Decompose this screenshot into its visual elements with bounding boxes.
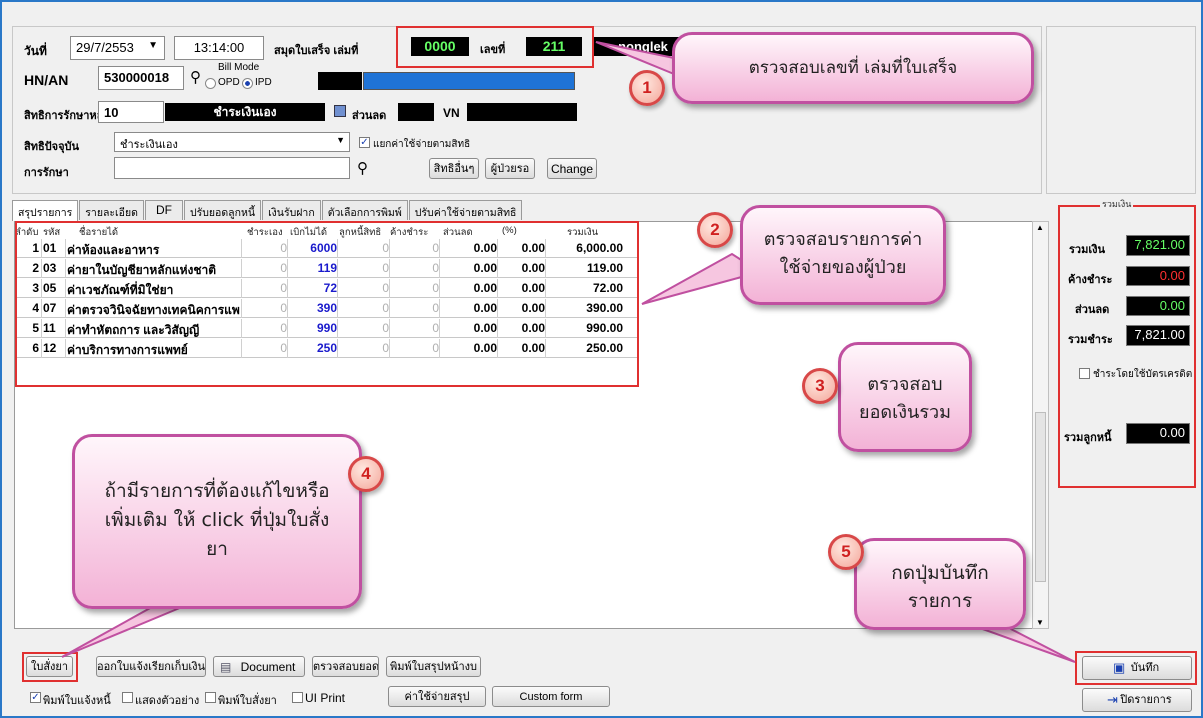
callout-3-number: 3 — [802, 368, 838, 404]
callout-2: ตรวจสอบรายการค่าใช้จ่ายของผู้ป่วย — [740, 205, 946, 305]
callout-4-number: 4 — [348, 456, 384, 492]
callout-5-pointer — [976, 626, 1076, 663]
callout-1-pointer — [595, 41, 675, 76]
callout-4-pointer — [61, 606, 183, 658]
callout-1: ตรวจสอบเลขที่ เล่มที่ใบเสร็จ — [672, 32, 1034, 104]
callout-2-number: 2 — [697, 212, 733, 248]
callout-4: ถ้ามีรายการที่ต้องแก้ไขหรือเพิ่มเติม ให้… — [72, 434, 362, 609]
callout-5-number: 5 — [828, 534, 864, 570]
callout-5: กดปุ่มบันทึกรายการ — [854, 538, 1026, 630]
callout-3: ตรวจสอบยอดเงินรวม — [838, 342, 972, 452]
billing-window: วันที่ 29/7/2553 ▼ 13:14:00 สมุดใบเสร็จ … — [0, 0, 1203, 718]
callout-1-number: 1 — [629, 70, 665, 106]
